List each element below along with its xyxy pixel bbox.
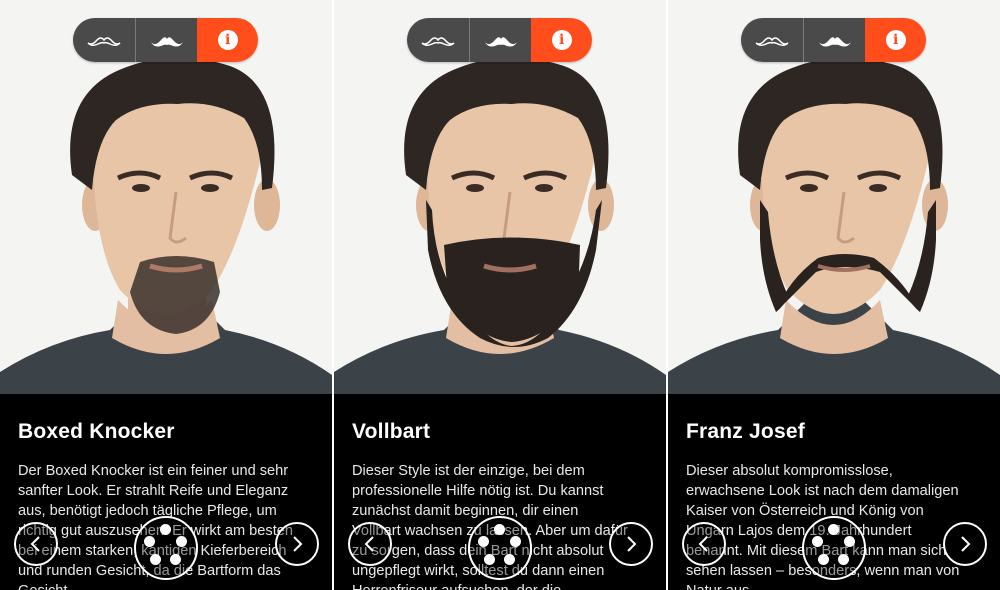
mustache-bold-icon bbox=[150, 37, 183, 47]
chevron-right-icon bbox=[293, 536, 303, 552]
info-icon: i bbox=[885, 30, 906, 50]
mustache-thin-icon bbox=[755, 37, 789, 47]
chevron-left-icon bbox=[698, 536, 708, 552]
style-card-vollbart: i Vollbart Dieser Style ist der einzige,… bbox=[334, 0, 666, 590]
mustache-bold-icon bbox=[818, 37, 851, 47]
style-menu-button[interactable] bbox=[134, 516, 198, 580]
toggle-bold-mustache[interactable] bbox=[468, 18, 532, 62]
toggle-bold-mustache[interactable] bbox=[134, 18, 198, 62]
info-icon: i bbox=[551, 30, 572, 50]
info-icon: i bbox=[217, 30, 238, 50]
toggle-thin-mustache[interactable] bbox=[741, 18, 803, 62]
chevron-right-icon bbox=[961, 536, 971, 552]
toggle-bold-mustache[interactable] bbox=[802, 18, 866, 62]
next-style-button[interactable] bbox=[275, 522, 319, 566]
prev-style-button[interactable] bbox=[348, 522, 392, 566]
beard-view-toggle: i bbox=[741, 18, 926, 62]
style-title: Vollbart bbox=[352, 420, 431, 443]
beard-view-toggle: i bbox=[73, 18, 258, 62]
beard-view-toggle: i bbox=[407, 18, 592, 62]
next-style-button[interactable] bbox=[609, 522, 653, 566]
mustache-bold-icon bbox=[484, 37, 517, 47]
toggle-info[interactable]: i bbox=[197, 18, 258, 62]
style-card-boxed-knocker: i Boxed Knocker Der Boxed Knocker ist ei… bbox=[0, 0, 332, 590]
chevron-right-icon bbox=[627, 536, 637, 552]
prev-style-button[interactable] bbox=[14, 522, 58, 566]
style-title: Boxed Knocker bbox=[18, 420, 175, 443]
toggle-thin-mustache[interactable] bbox=[73, 18, 135, 62]
chevron-left-icon bbox=[364, 536, 374, 552]
next-style-button[interactable] bbox=[943, 522, 987, 566]
prev-style-button[interactable] bbox=[682, 522, 726, 566]
style-menu-button[interactable] bbox=[802, 516, 866, 580]
toggle-info[interactable]: i bbox=[531, 18, 592, 62]
toggle-thin-mustache[interactable] bbox=[407, 18, 469, 62]
mustache-thin-icon bbox=[87, 37, 121, 47]
style-card-franz-josef: i Franz Josef Dieser absolut kompromissl… bbox=[668, 0, 1000, 590]
style-title: Franz Josef bbox=[686, 420, 805, 443]
toggle-info[interactable]: i bbox=[865, 18, 926, 62]
style-menu-button[interactable] bbox=[468, 516, 532, 580]
mustache-thin-icon bbox=[421, 37, 455, 47]
chevron-left-icon bbox=[30, 536, 40, 552]
